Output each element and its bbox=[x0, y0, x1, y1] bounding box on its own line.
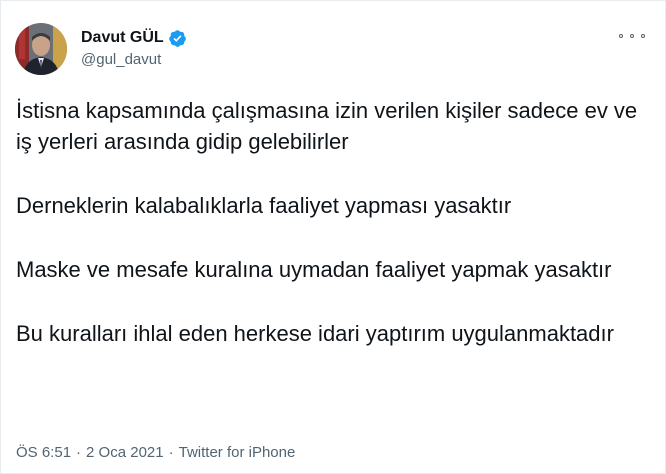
more-horizontal-icon[interactable] bbox=[619, 27, 645, 45]
tweet-meta: ÖS 6:51 · 2 Oca 2021 · Twitter for iPhon… bbox=[16, 443, 295, 463]
tweet-card: Davut GÜL @gul_davut İstisna kapsamında … bbox=[0, 0, 666, 474]
tweet-date[interactable]: 2 Oca 2021 bbox=[86, 443, 164, 463]
author-handle[interactable]: @gul_davut bbox=[81, 50, 187, 70]
tweet-time[interactable]: ÖS 6:51 bbox=[16, 443, 71, 463]
author-names: Davut GÜL @gul_davut bbox=[81, 28, 187, 70]
verified-badge-icon bbox=[168, 29, 187, 48]
meta-separator: · bbox=[168, 444, 174, 461]
dot bbox=[630, 34, 634, 38]
tweet-source[interactable]: Twitter for iPhone bbox=[179, 443, 296, 463]
tweet-text: İstisna kapsamında çalışmasına izin veri… bbox=[16, 95, 645, 382]
avatar[interactable] bbox=[15, 23, 67, 75]
tweet-paragraph: Derneklerin kalabalıklarla faaliyet yapm… bbox=[16, 193, 512, 218]
author-display-name[interactable]: Davut GÜL bbox=[81, 28, 164, 48]
dot bbox=[641, 34, 645, 38]
meta-separator: · bbox=[76, 444, 82, 461]
tweet-paragraph: Maske ve mesafe kuralına uymadan faaliye… bbox=[16, 257, 612, 282]
tweet-paragraph: İstisna kapsamında çalışmasına izin veri… bbox=[16, 98, 638, 154]
name-row: Davut GÜL bbox=[81, 28, 187, 48]
dot bbox=[619, 34, 623, 38]
tweet-paragraph: Bu kuralları ihlal eden herkese idari ya… bbox=[16, 321, 614, 346]
tweet-header: Davut GÜL @gul_davut bbox=[15, 21, 187, 77]
